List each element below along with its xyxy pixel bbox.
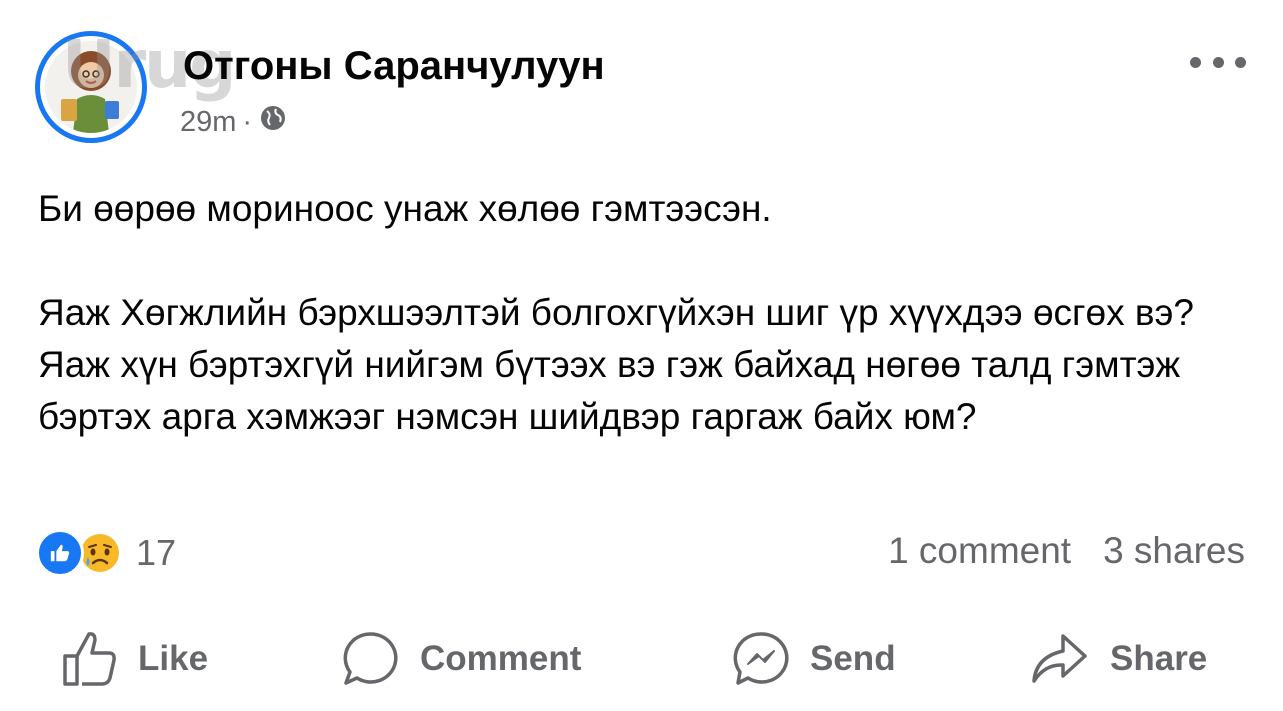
dot-icon	[1235, 56, 1246, 68]
messenger-icon	[732, 630, 790, 688]
globe-icon	[258, 103, 288, 141]
action-bar: Like Comment Send Share	[0, 626, 1283, 692]
comment-button[interactable]: Comment	[342, 626, 581, 692]
post-meta: 29m ·	[180, 103, 288, 141]
like-label: Like	[138, 639, 209, 678]
meta-separator: ·	[242, 105, 253, 138]
like-button[interactable]: Like	[62, 626, 208, 692]
post-stats: 1 comment 3 shares	[888, 530, 1245, 572]
like-icon	[36, 529, 84, 577]
avatar[interactable]	[35, 31, 147, 143]
more-options-button[interactable]	[1190, 50, 1246, 74]
author-name[interactable]: Отгоны Саранчулуун	[183, 44, 605, 89]
share-label: Share	[1110, 639, 1208, 678]
post-paragraph: Би өөрөө мориноос унаж хөлөө гэмтээсэн.	[38, 188, 772, 229]
reaction-count: 17	[136, 532, 177, 573]
comment-bubble-icon	[342, 630, 400, 688]
thumbs-up-icon	[62, 630, 118, 688]
share-count-link[interactable]: 3 shares	[1103, 530, 1245, 572]
share-arrow-icon	[1030, 630, 1090, 688]
send-button[interactable]: Send	[732, 626, 896, 692]
share-button[interactable]: Share	[1030, 626, 1207, 692]
dot-icon	[1212, 56, 1224, 68]
send-label: Send	[810, 639, 896, 678]
comment-label: Comment	[420, 639, 582, 678]
post-time[interactable]: 29m	[180, 106, 236, 139]
facebook-post: Urug Отгоны Саранчулуун 29m · Би өөрөө м…	[0, 0, 1283, 711]
comment-count-link[interactable]: 1 comment	[888, 530, 1071, 572]
avatar-image	[45, 41, 137, 133]
dot-icon	[1190, 56, 1201, 68]
post-text: Би өөрөө мориноос унаж хөлөө гэмтээсэн. …	[38, 183, 1248, 443]
reactions-summary[interactable]: 17	[36, 529, 177, 577]
post-paragraph: Яаж Хөгжлийн бэрхшээлтэй болгохгүйхэн ши…	[38, 292, 1194, 437]
